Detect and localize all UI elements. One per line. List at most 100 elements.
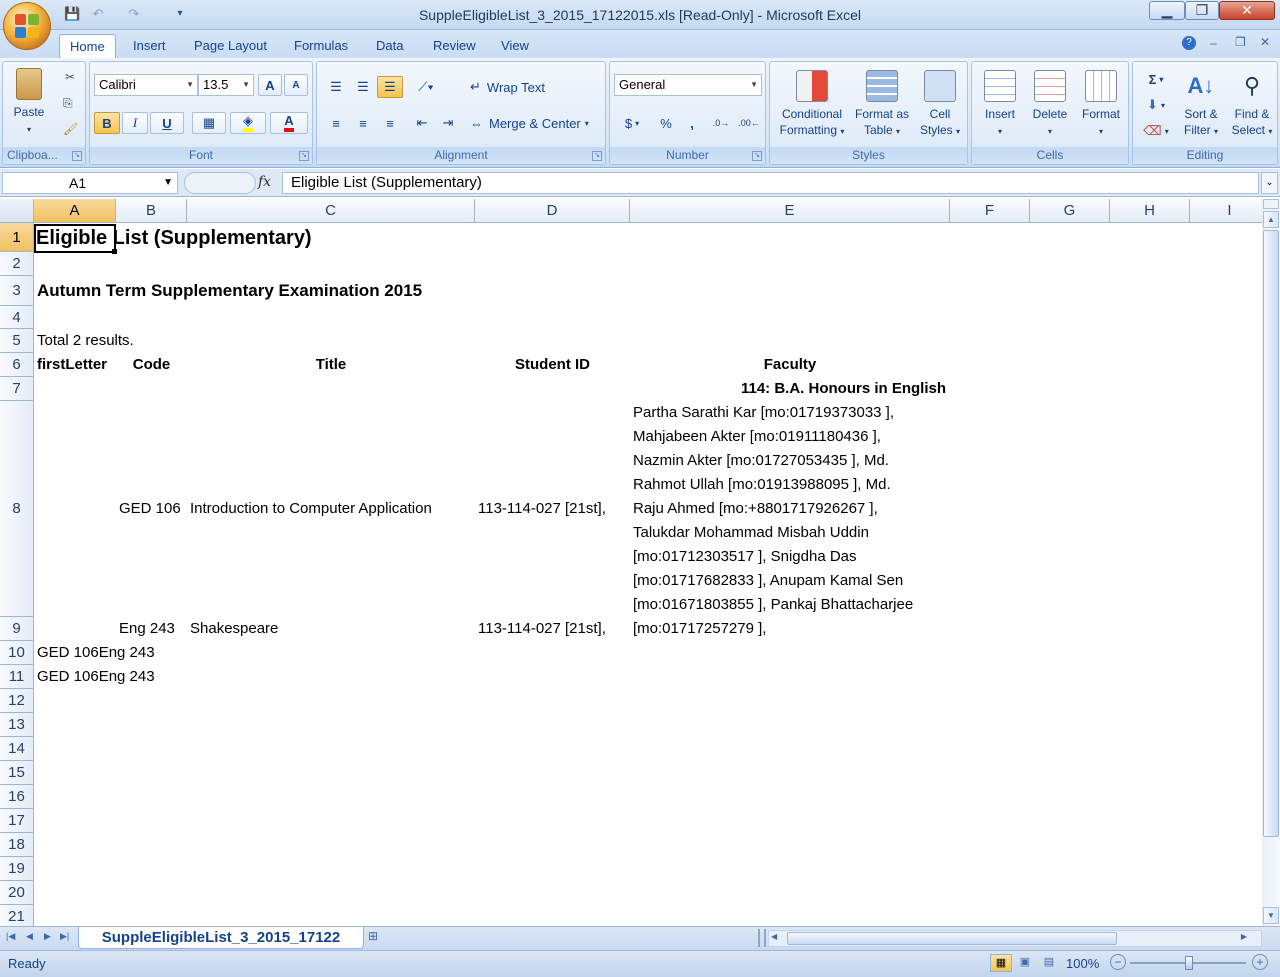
column-header[interactable]: C xyxy=(187,199,475,223)
font-launcher-icon[interactable]: ↘ xyxy=(299,151,309,161)
align-middle-button[interactable]: ☰ xyxy=(350,76,376,98)
zoom-in-icon[interactable]: + xyxy=(1252,954,1268,970)
tab-page-layout[interactable]: Page Layout xyxy=(184,34,277,59)
help-icon[interactable]: ? xyxy=(1182,36,1196,50)
split-box[interactable] xyxy=(1263,199,1279,209)
row-header[interactable]: 3 xyxy=(0,276,34,306)
font-color-button[interactable]: A xyxy=(270,112,308,134)
clear-button[interactable]: ⌫ ▾ xyxy=(1139,120,1173,142)
column-header[interactable]: H xyxy=(1110,199,1190,223)
formula-divider[interactable] xyxy=(184,172,256,194)
office-button[interactable] xyxy=(3,2,51,50)
expand-formula-bar-button[interactable]: ⌄ xyxy=(1261,172,1278,194)
scroll-right-arrow-icon[interactable]: ▶ xyxy=(1241,932,1247,941)
scroll-down-arrow-icon[interactable]: ▼ xyxy=(1263,907,1279,924)
ribbon-close-icon[interactable]: ✕ xyxy=(1260,35,1270,49)
delete-cells-button[interactable]: Delete ▾ xyxy=(1026,70,1074,140)
decrease-decimal-button[interactable]: .00← xyxy=(736,112,762,134)
close-button[interactable]: ✕ xyxy=(1219,1,1275,20)
prev-sheet-icon[interactable]: ◀ xyxy=(26,931,33,942)
row-header[interactable]: 7 xyxy=(0,377,34,401)
number-launcher-icon[interactable]: ↘ xyxy=(752,151,762,161)
copy-icon[interactable]: ⎘ xyxy=(63,96,73,111)
name-box[interactable]: A1 ▼ xyxy=(2,172,178,194)
insert-cells-button[interactable]: Insert ▾ xyxy=(976,70,1024,140)
grow-font-button[interactable]: A xyxy=(258,74,282,96)
format-as-table-button[interactable]: Format as Table ▾ xyxy=(850,70,914,140)
percent-button[interactable]: % xyxy=(654,112,678,134)
decrease-indent-button[interactable]: ⇤ xyxy=(409,112,435,134)
formula-input[interactable]: Eligible List (Supplementary) xyxy=(282,172,1259,194)
merge-center-button[interactable]: ⇔ Merge & Center ▾ xyxy=(469,112,599,134)
row-header[interactable]: 11 xyxy=(0,665,34,689)
row-header[interactable]: 18 xyxy=(0,833,34,857)
clipboard-launcher-icon[interactable]: ↘ xyxy=(72,151,82,161)
last-sheet-icon[interactable]: ▶| xyxy=(60,931,69,942)
tab-split-handle[interactable] xyxy=(758,929,766,947)
row-header[interactable]: 1 xyxy=(0,223,34,252)
row-header[interactable]: 20 xyxy=(0,881,34,905)
fill-color-button[interactable]: ◈ xyxy=(230,112,266,134)
currency-button[interactable]: $ ▾ xyxy=(614,112,650,134)
row-header[interactable]: 8 xyxy=(0,401,34,617)
tab-view[interactable]: View xyxy=(491,34,539,59)
tab-review[interactable]: Review xyxy=(423,34,486,59)
zoom-out-icon[interactable]: − xyxy=(1110,954,1126,970)
column-header[interactable]: E xyxy=(630,199,950,223)
row-header[interactable]: 19 xyxy=(0,857,34,881)
first-sheet-icon[interactable]: |◀ xyxy=(6,931,15,942)
align-center-button[interactable]: ≡ xyxy=(350,112,376,134)
font-size-combo[interactable]: 13.5 ▼ xyxy=(198,74,254,96)
sort-filter-button[interactable]: A↓ Sort & Filter ▾ xyxy=(1177,70,1225,140)
comma-button[interactable]: , xyxy=(680,112,704,134)
page-layout-view-icon[interactable]: ▣ xyxy=(1014,954,1036,972)
ribbon-minimize-icon[interactable]: – xyxy=(1210,36,1217,50)
bold-button[interactable]: B xyxy=(94,112,120,134)
alignment-launcher-icon[interactable]: ↘ xyxy=(592,151,602,161)
find-select-button[interactable]: ⚲ Find & Select ▾ xyxy=(1227,70,1277,140)
align-left-button[interactable]: ≡ xyxy=(323,112,349,134)
zoom-level[interactable]: 100% xyxy=(1066,956,1099,971)
row-header[interactable]: 14 xyxy=(0,737,34,761)
sheet-tab[interactable]: SuppleEligibleList_3_2015_17122 xyxy=(78,927,364,949)
row-header[interactable]: 10 xyxy=(0,641,34,665)
vertical-scrollbar[interactable]: ▲ ▼ xyxy=(1262,199,1280,926)
number-format-combo[interactable]: General ▼ xyxy=(614,74,762,96)
restore-button[interactable]: ❐ xyxy=(1185,1,1219,20)
page-break-view-icon[interactable]: ▤ xyxy=(1038,954,1060,972)
column-header[interactable]: D xyxy=(475,199,630,223)
tab-formulas[interactable]: Formulas xyxy=(284,34,358,59)
column-header[interactable]: B xyxy=(116,199,187,223)
align-bottom-button[interactable]: ☰ xyxy=(377,76,403,98)
column-header[interactable]: I xyxy=(1190,199,1262,223)
insert-function-icon[interactable]: fx xyxy=(258,172,278,194)
increase-indent-button[interactable]: ⇥ xyxy=(435,112,461,134)
row-header[interactable]: 4 xyxy=(0,306,34,329)
next-sheet-icon[interactable]: ▶ xyxy=(44,931,51,942)
horizontal-scroll-thumb[interactable] xyxy=(787,932,1117,945)
scroll-up-arrow-icon[interactable]: ▲ xyxy=(1263,211,1279,228)
increase-decimal-button[interactable]: .0→ xyxy=(708,112,734,134)
tab-data[interactable]: Data xyxy=(366,34,413,59)
row-header[interactable]: 21 xyxy=(0,905,34,926)
row-header[interactable]: 2 xyxy=(0,252,34,276)
column-header[interactable]: G xyxy=(1030,199,1110,223)
horizontal-scrollbar[interactable]: ◀ ▶ xyxy=(768,930,1262,947)
row-header[interactable]: 9 xyxy=(0,617,34,641)
row-header[interactable]: 16 xyxy=(0,785,34,809)
italic-button[interactable]: I xyxy=(122,112,148,134)
ribbon-restore-icon[interactable]: ❐ xyxy=(1235,35,1246,49)
font-name-combo[interactable]: Calibri ▼ xyxy=(94,74,198,96)
borders-button[interactable]: ▦ xyxy=(192,112,226,134)
cut-icon[interactable]: ✂ xyxy=(65,70,75,84)
fill-button[interactable]: ⬇ ▾ xyxy=(1139,94,1173,116)
insert-sheet-icon[interactable]: ⊞ xyxy=(368,929,398,947)
column-header[interactable]: A xyxy=(34,199,116,223)
row-header[interactable]: 15 xyxy=(0,761,34,785)
tab-home[interactable]: Home xyxy=(59,34,116,59)
row-header[interactable]: 13 xyxy=(0,713,34,737)
scroll-thumb[interactable] xyxy=(1263,230,1279,837)
column-header[interactable]: F xyxy=(950,199,1030,223)
row-header[interactable]: 17 xyxy=(0,809,34,833)
shrink-font-button[interactable]: A xyxy=(284,74,308,96)
